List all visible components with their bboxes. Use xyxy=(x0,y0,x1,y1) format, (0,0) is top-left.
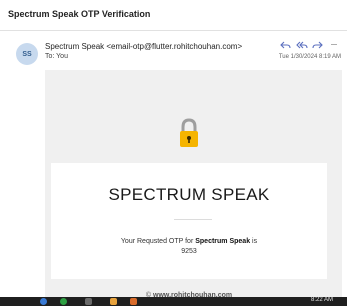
recipient-line: To: You xyxy=(45,53,68,60)
chrome-icon[interactable] xyxy=(60,298,67,305)
message-actions: ··· xyxy=(279,38,340,51)
sender-avatar[interactable]: SS xyxy=(16,43,38,65)
sender-line[interactable]: Spectrum Speak <email-otp@flutter.rohitc… xyxy=(45,42,242,51)
brand-heading: SPECTRUM SPEAK xyxy=(108,185,270,204)
reply-all-icon[interactable] xyxy=(295,38,308,51)
app-icon[interactable] xyxy=(85,298,92,305)
file-explorer-icon[interactable] xyxy=(110,298,117,305)
otp-code: 9253 xyxy=(181,248,197,255)
lock-icon xyxy=(178,117,200,149)
taskbar-app-icon[interactable] xyxy=(130,298,137,305)
taskbar: 8:22 AM xyxy=(0,297,347,306)
divider xyxy=(174,219,212,220)
otp-message: Your Requsted OTP for Spectrum Speak is xyxy=(0,238,347,245)
more-icon[interactable]: ··· xyxy=(327,38,340,51)
taskbar-clock[interactable]: 8:22 AM xyxy=(311,297,333,303)
email-date: Tue 1/30/2024 8:19 AM xyxy=(278,54,341,60)
subject-bar: Spectrum Speak OTP Verification xyxy=(0,0,347,31)
otp-app-name: Spectrum Speak xyxy=(195,238,251,245)
reply-icon[interactable] xyxy=(279,38,292,51)
otp-card xyxy=(51,163,327,279)
forward-icon[interactable] xyxy=(311,38,324,51)
start-icon[interactable] xyxy=(40,298,47,305)
otp-suffix: is xyxy=(250,238,258,245)
email-subject: Spectrum Speak OTP Verification xyxy=(8,9,151,19)
otp-prefix: Your Requsted OTP for xyxy=(120,238,196,245)
